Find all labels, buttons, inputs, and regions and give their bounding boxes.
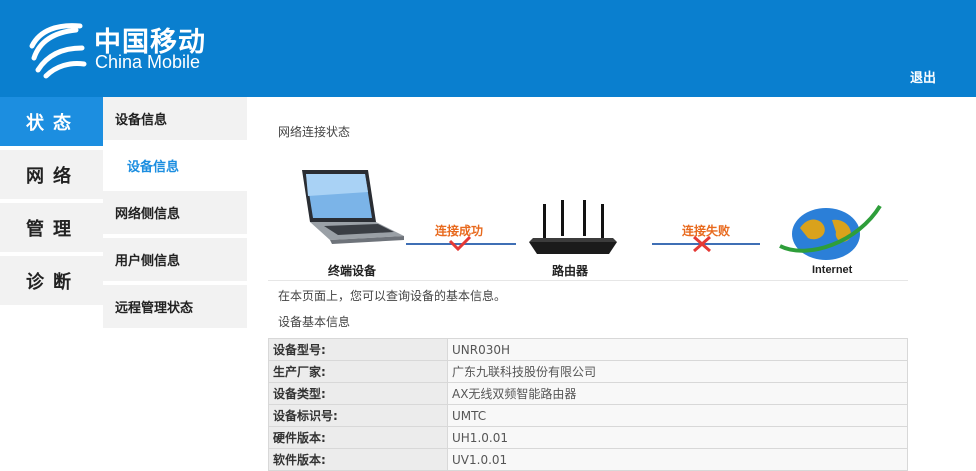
brand-name-en: China Mobile: [95, 52, 201, 72]
subnav-network-side-info[interactable]: 网络侧信息: [103, 191, 247, 234]
secondary-nav: 设备信息 设备信息 网络侧信息 用户侧信息 远程管理状态: [103, 97, 247, 332]
info-value: UV1.0.01: [447, 448, 908, 471]
link-failure-icon: [652, 236, 760, 253]
table-row: 硬件版本: UH1.0.01: [268, 426, 908, 449]
intro-text: 在本页面上，您可以查询设备的基本信息。: [278, 289, 507, 303]
table-row: 生产厂家: 广东九联科技股份有限公司: [268, 360, 908, 383]
nav-status[interactable]: 状态: [0, 97, 103, 146]
laptop-icon: [302, 170, 404, 244]
info-value: AX无线双频智能路由器: [447, 382, 908, 405]
table-row: 设备类型: AX无线双频智能路由器: [268, 382, 908, 405]
info-key: 生产厂家:: [268, 360, 448, 383]
logout-button[interactable]: 退出: [910, 67, 936, 86]
info-key: 设备型号:: [268, 338, 448, 361]
subnav-remote-management-status[interactable]: 远程管理状态: [103, 285, 247, 328]
info-key: 硬件版本:: [268, 426, 448, 449]
table-row: 软件版本: UV1.0.01: [268, 448, 908, 471]
table-row: 设备型号: UNR030H: [268, 338, 908, 361]
device-info-title: 设备基本信息: [278, 315, 351, 329]
link-success-icon: [406, 236, 516, 252]
primary-nav: 状态 网络 管理 诊断: [0, 97, 103, 309]
info-key: 设备标识号:: [268, 404, 448, 427]
info-value: 广东九联科技股份有限公司: [447, 360, 908, 383]
internet-globe-icon: [779, 204, 882, 260]
connection-diagram: 终端设备 连接成功 路由器 连接失败 Internet: [268, 140, 908, 281]
table-row: 设备标识号: UMTC: [268, 404, 908, 427]
router-icon: [529, 200, 617, 254]
subnav-user-side-info[interactable]: 用户侧信息: [103, 238, 247, 281]
nav-diagnosis[interactable]: 诊断: [0, 256, 103, 305]
info-value: UH1.0.01: [447, 426, 908, 449]
nav-management[interactable]: 管理: [0, 203, 103, 252]
subnav-device-info-child[interactable]: 设备信息: [103, 144, 247, 187]
router-label: 路由器: [552, 264, 589, 278]
connection-status-title: 网络连接状态: [278, 125, 351, 139]
subnav-device-info[interactable]: 设备信息: [103, 97, 247, 140]
terminal-label: 终端设备: [328, 264, 377, 278]
china-mobile-logo-icon: [29, 23, 87, 79]
info-key: 软件版本:: [268, 448, 448, 471]
device-info-table: 设备型号: UNR030H 生产厂家: 广东九联科技股份有限公司 设备类型: A…: [268, 338, 908, 471]
nav-network[interactable]: 网络: [0, 150, 103, 199]
internet-label: Internet: [812, 264, 853, 276]
info-key: 设备类型:: [268, 382, 448, 405]
header-bar: 中国移动 China Mobile 退出: [0, 0, 976, 97]
main-content: 网络连接状态 终端设备 连接成功 路由器 连接失败 Internet 在本页面上…: [268, 97, 908, 471]
info-value: UMTC: [447, 404, 908, 427]
info-value: UNR030H: [447, 338, 908, 361]
